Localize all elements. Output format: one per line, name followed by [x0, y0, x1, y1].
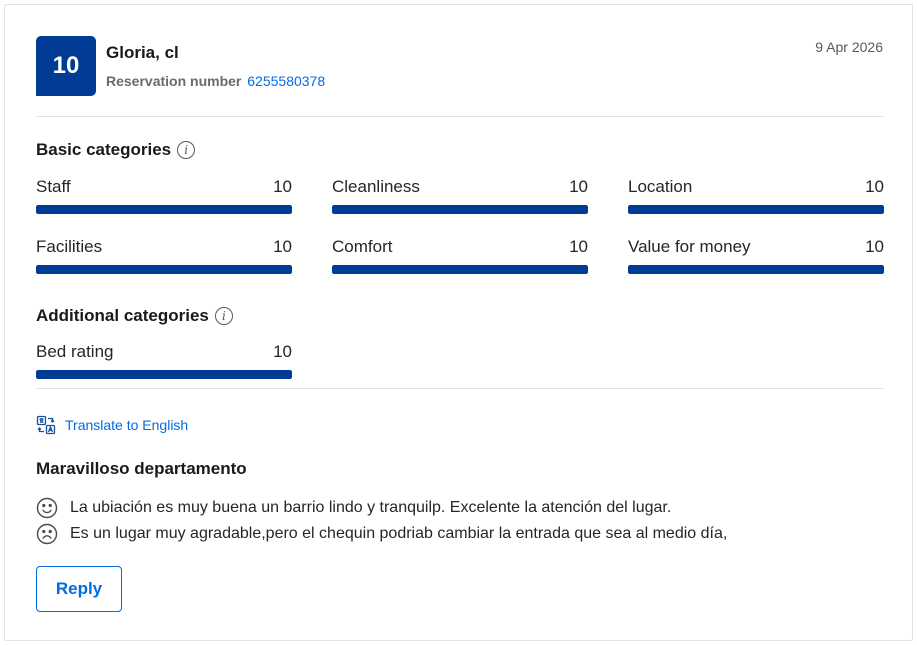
- category-score: 10: [273, 177, 292, 196]
- translate-link[interactable]: Translate to English: [36, 415, 188, 435]
- category-staff: Staff 10: [36, 177, 292, 217]
- category-bar-fill: [628, 265, 884, 274]
- category-bar: [628, 205, 884, 214]
- basic-categories-heading: Basic categories i: [36, 140, 196, 160]
- category-label: Location: [628, 177, 693, 196]
- info-icon[interactable]: i: [214, 307, 233, 325]
- category-facilities: Facilities 10: [36, 237, 292, 277]
- category-bar-fill: [36, 265, 292, 274]
- category-bar-fill: [36, 370, 292, 379]
- category-comfort: Comfort 10: [332, 237, 588, 277]
- translate-label[interactable]: Translate to English: [65, 417, 188, 433]
- categories-divider: [36, 388, 884, 389]
- category-score: 10: [865, 237, 884, 256]
- review-title: Maravilloso departamento: [36, 459, 247, 478]
- category-label: Value for money: [628, 237, 751, 256]
- reservation-number-link[interactable]: 6255580378: [247, 73, 325, 89]
- positive-comment-text: La ubiación es muy buena un barrio lindo…: [70, 499, 672, 516]
- category-score: 10: [865, 177, 884, 196]
- category-bar-fill: [628, 205, 884, 214]
- review-score-badge: 10: [36, 36, 96, 96]
- header-divider: [36, 116, 884, 117]
- reservation-label: Reservation number: [106, 73, 242, 89]
- basic-categories-title: Basic categories: [36, 140, 172, 159]
- smiley-face-icon: [36, 497, 58, 519]
- category-value-for-money: Value for money 10: [628, 237, 884, 277]
- category-cleanliness: Cleanliness 10: [332, 177, 588, 217]
- category-label: Facilities: [36, 237, 103, 256]
- category-bar: [628, 265, 884, 274]
- category-label: Bed rating: [36, 342, 114, 361]
- review-date: 9 Apr 2026: [815, 39, 883, 55]
- additional-categories-title: Additional categories: [36, 306, 209, 325]
- additional-categories-heading: Additional categories i: [36, 306, 233, 326]
- category-bar: [36, 205, 292, 214]
- review-card: 10 Gloria, cl Reservation number 6255580…: [4, 4, 913, 641]
- info-icon[interactable]: i: [177, 141, 196, 159]
- category-bar: [332, 205, 588, 214]
- category-score: 10: [569, 237, 588, 256]
- negative-comment-text: Es un lugar muy agradable,pero el chequi…: [70, 525, 728, 542]
- category-label: Comfort: [332, 237, 393, 256]
- translate-icon: [36, 415, 56, 435]
- category-label: Staff: [36, 177, 71, 196]
- category-bar: [36, 265, 292, 274]
- category-label: Cleanliness: [332, 177, 420, 196]
- category-score: 10: [569, 177, 588, 196]
- negative-comment: Es un lugar muy agradable,pero el chequi…: [36, 523, 727, 545]
- reservation-line: Reservation number 6255580378: [106, 73, 325, 89]
- guest-name: Gloria, cl: [106, 43, 179, 62]
- category-bar-fill: [332, 205, 588, 214]
- category-bed-rating: Bed rating 10: [36, 342, 292, 382]
- category-bar-fill: [332, 265, 588, 274]
- category-bar: [36, 370, 292, 379]
- category-score: 10: [273, 342, 292, 361]
- reply-button[interactable]: Reply: [36, 566, 122, 612]
- positive-comment: La ubiación es muy buena un barrio lindo…: [36, 497, 671, 519]
- category-bar-fill: [36, 205, 292, 214]
- sad-face-icon: [36, 523, 58, 545]
- category-bar: [332, 265, 588, 274]
- category-location: Location 10: [628, 177, 884, 217]
- category-score: 10: [273, 237, 292, 256]
